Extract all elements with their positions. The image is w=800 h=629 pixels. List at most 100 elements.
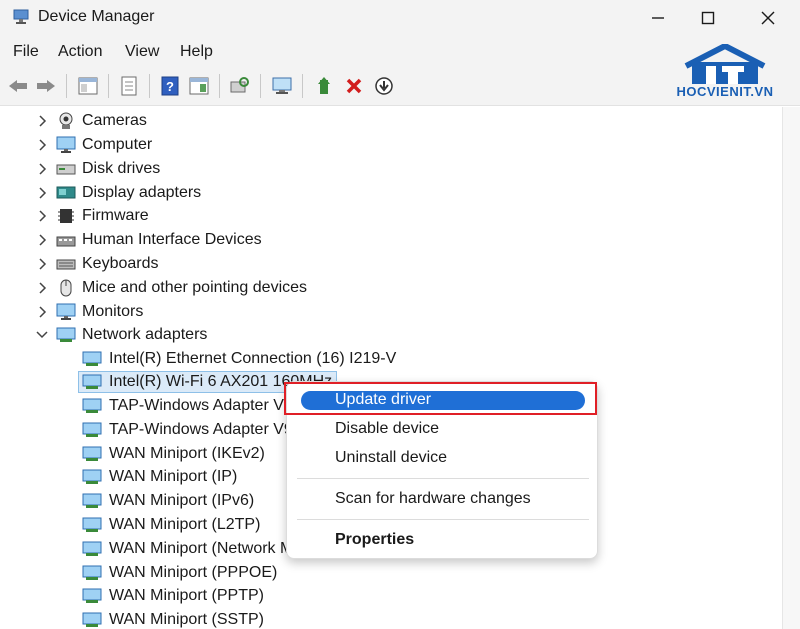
tree-device-tap-2[interactable]: TAP-Windows Adapter V9	[82, 419, 293, 441]
add-legacy-hardware-button[interactable]	[270, 74, 294, 98]
tree-device-label: WAN Miniport (PPPOE)	[109, 564, 278, 581]
tree-device-wan-ipv6[interactable]: WAN Miniport (IPv6)	[82, 490, 254, 512]
forward-button[interactable]	[34, 74, 58, 98]
tree-device-wan-ip[interactable]: WAN Miniport (IP)	[82, 466, 237, 488]
context-menu-uninstall-device[interactable]: Uninstall device	[335, 449, 447, 467]
uninstall-toolbar-button[interactable]	[342, 74, 366, 98]
chevron-right-icon[interactable]	[36, 277, 48, 299]
network-adapter-icon	[82, 422, 102, 437]
tree-category-network-adapters[interactable]: Network adapters	[56, 324, 207, 346]
context-menu-scan-hardware[interactable]: Scan for hardware changes	[335, 490, 531, 508]
network-adapter-icon	[82, 469, 102, 484]
chevron-right-icon[interactable]	[36, 182, 48, 204]
watermark-logo-graphic	[684, 42, 766, 84]
tree-device-wan-sstp[interactable]: WAN Miniport (SSTP)	[82, 609, 264, 629]
tree-category-monitors[interactable]: Monitors	[56, 301, 143, 323]
toolbar-separator	[149, 74, 150, 98]
chevron-right-icon[interactable]	[36, 205, 48, 227]
action-pane-icon	[189, 77, 209, 95]
tree-device-wan-pppoe[interactable]: WAN Miniport (PPPOE)	[82, 562, 277, 584]
console-tree-icon	[78, 77, 98, 95]
vertical-scrollbar[interactable]	[782, 107, 800, 629]
minimize-icon	[652, 17, 664, 19]
back-arrow-icon	[9, 80, 27, 92]
tree-category-keyboards[interactable]: Keyboards	[56, 253, 159, 275]
context-menu-separator	[297, 478, 589, 479]
tree-category-cameras[interactable]: Cameras	[56, 110, 147, 132]
highlight-box	[284, 382, 597, 415]
tree-category-computer[interactable]: Computer	[56, 134, 152, 156]
scan-hardware-icon	[230, 77, 249, 93]
tree-category-label: Display adapters	[82, 184, 202, 201]
context-menu-disable-device[interactable]: Disable device	[335, 420, 439, 438]
update-driver-toolbar-button[interactable]	[312, 74, 336, 98]
tree-category-label: Keyboards	[82, 255, 159, 272]
help-toolbar-button[interactable]: ?	[158, 74, 182, 98]
tree-category-display-adapters[interactable]: Display adapters	[56, 182, 201, 204]
device-manager-icon	[13, 9, 29, 24]
watermark-logo: HOCVIENIT.VN	[660, 42, 790, 104]
close-button[interactable]	[756, 6, 780, 30]
network-adapter-icon	[82, 351, 102, 366]
maximize-icon	[701, 11, 715, 25]
tree-category-label: Network adapters	[82, 326, 208, 343]
tree-category-firmware[interactable]: Firmware	[56, 205, 149, 227]
title-bar: Device Manager	[0, 0, 800, 38]
tree-category-label: Computer	[82, 136, 153, 153]
chevron-right-icon[interactable]	[36, 301, 48, 323]
tree-device-label: WAN Miniport (IPv6)	[109, 492, 255, 509]
tree-category-label: Human Interface Devices	[82, 231, 262, 248]
down-arrow-circle-icon	[375, 77, 393, 95]
chevron-right-icon[interactable]	[36, 253, 48, 275]
chevron-right-icon[interactable]	[36, 158, 48, 180]
tree-device-label: WAN Miniport (SSTP)	[109, 611, 264, 628]
context-menu-properties[interactable]: Properties	[335, 531, 414, 549]
scan-hardware-button[interactable]	[228, 74, 252, 98]
chevron-down-icon[interactable]	[36, 324, 48, 346]
menu-action[interactable]: Action	[58, 43, 102, 61]
update-driver-icon	[318, 77, 330, 94]
tree-device-label: Intel(R) Ethernet Connection (16) I219-V	[109, 350, 397, 367]
tree-device-wan-l2tp[interactable]: WAN Miniport (L2TP)	[82, 514, 260, 536]
maximize-button[interactable]	[696, 6, 720, 30]
watermark-text: HOCVIENIT.VN	[676, 84, 774, 99]
disable-device-toolbar-button[interactable]	[372, 74, 396, 98]
tree-category-label: Firmware	[82, 207, 149, 224]
tree-category-disk-drives[interactable]: Disk drives	[56, 158, 160, 180]
menu-view[interactable]: View	[125, 43, 159, 61]
tree-category-human-interface-devices[interactable]: Human Interface Devices	[56, 229, 262, 251]
chevron-right-icon[interactable]	[36, 134, 48, 156]
toolbar-separator	[302, 74, 303, 98]
tree-category-mice[interactable]: Mice and other pointing devices	[56, 277, 307, 299]
tree-category-label: Monitors	[82, 303, 144, 320]
forward-arrow-icon	[37, 80, 55, 92]
show-hide-console-tree-button[interactable]	[76, 74, 100, 98]
chevron-right-icon[interactable]	[36, 110, 48, 132]
tree-device-wan-ikev2[interactable]: WAN Miniport (IKEv2)	[82, 443, 265, 465]
svg-text:?: ?	[166, 79, 174, 94]
back-button[interactable]	[6, 74, 30, 98]
monitor-icon	[56, 303, 76, 320]
tree-category-label: Disk drives	[82, 160, 161, 177]
tree-device-ethernet[interactable]: Intel(R) Ethernet Connection (16) I219-V	[82, 348, 396, 370]
minimize-button[interactable]	[646, 6, 670, 30]
properties-toolbar-button[interactable]	[117, 74, 141, 98]
help-icon: ?	[161, 76, 179, 96]
tree-device-label: TAP-Windows Adapter V9	[109, 397, 293, 414]
tree-device-tap-1[interactable]: TAP-Windows Adapter V9	[82, 395, 293, 417]
action-pane-button[interactable]	[187, 74, 211, 98]
tree-category-label: Mice and other pointing devices	[82, 279, 308, 296]
network-adapter-icon	[82, 612, 102, 627]
menu-help[interactable]: Help	[180, 43, 213, 61]
network-adapter-icon	[56, 327, 76, 342]
tree-device-wan-pptp[interactable]: WAN Miniport (PPTP)	[82, 585, 264, 607]
chevron-right-icon[interactable]	[36, 229, 48, 251]
menu-file[interactable]: File	[13, 43, 39, 61]
window-title: Device Manager	[38, 8, 155, 25]
tree-device-label: WAN Miniport (L2TP)	[109, 516, 261, 533]
toolbar-separator	[219, 74, 220, 98]
toolbar-separator	[66, 74, 67, 98]
context-menu-separator	[297, 519, 589, 520]
camera-icon	[59, 112, 73, 129]
tree-device-label: WAN Miniport (IKEv2)	[109, 445, 265, 462]
